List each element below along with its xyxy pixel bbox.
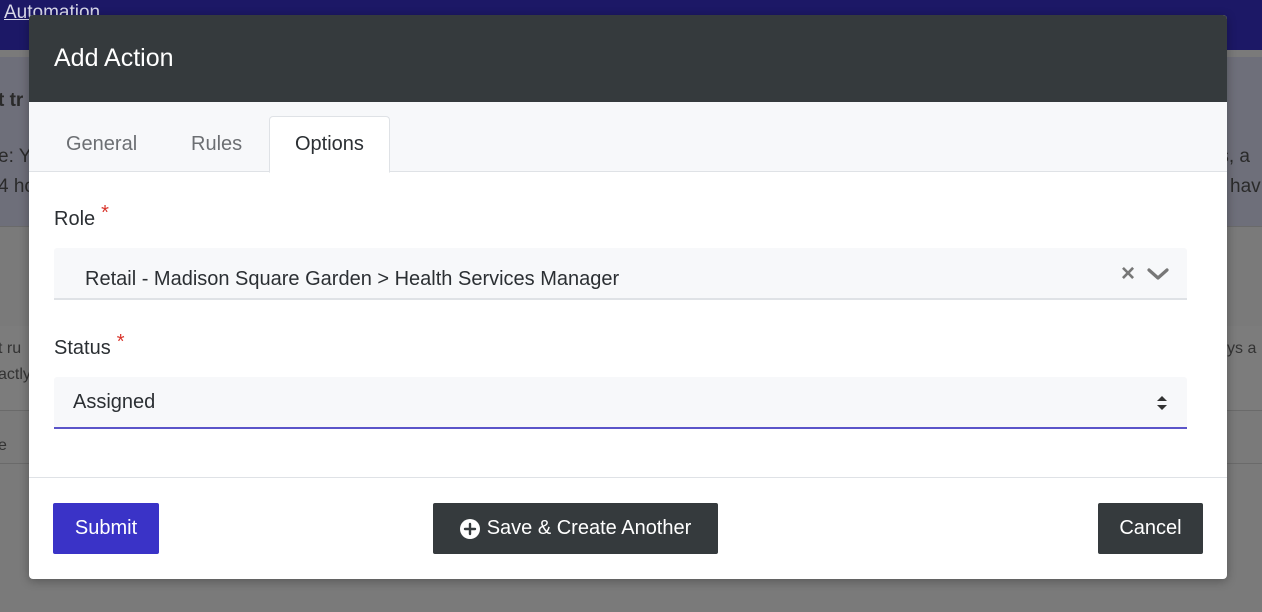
status-field-label: Status * — [54, 331, 125, 360]
background-text: e: Y — [0, 146, 32, 167]
modal-header: Add Action — [29, 15, 1227, 102]
tab-general[interactable]: General — [41, 116, 162, 173]
required-marker: * — [101, 202, 109, 224]
tab-rules[interactable]: Rules — [166, 116, 267, 173]
submit-button[interactable]: Submit — [53, 503, 159, 554]
background-text: t tr — [0, 90, 24, 111]
background-text: ys a — [1227, 340, 1257, 357]
save-create-another-label: Save & Create Another — [486, 517, 692, 539]
sort-arrows-icon — [1157, 396, 1167, 410]
tab-options[interactable]: Options — [269, 116, 390, 173]
save-create-another-button[interactable]: Save & Create Another — [433, 503, 718, 554]
background-text: e — [0, 437, 7, 454]
background-text: actly — [0, 366, 31, 383]
chevron-down-icon[interactable] — [1146, 262, 1170, 286]
role-selected-value: Retail - Madison Square Garden > Health … — [85, 268, 620, 290]
add-action-modal: Add Action General Rules Options Role * R… — [29, 15, 1227, 579]
options-form: Role * Retail - Madison Square Garden > H… — [29, 172, 1227, 478]
cancel-button[interactable]: Cancel — [1098, 503, 1203, 554]
clear-icon[interactable]: × — [1118, 262, 1138, 286]
background-text: t ru — [0, 340, 22, 357]
role-label-text: Role — [54, 208, 96, 230]
modal-title: Add Action — [54, 44, 174, 72]
status-select[interactable]: Assigned — [54, 377, 1187, 429]
role-field-label: Role * — [54, 202, 109, 231]
plus-circle-icon — [459, 518, 480, 539]
role-select[interactable]: Retail - Madison Square Garden > Health … — [54, 248, 1187, 300]
status-label-text: Status — [54, 337, 111, 359]
background-text: hav — [1230, 176, 1261, 197]
modal-footer: Submit Save & Create Another Cancel — [29, 478, 1227, 578]
tab-bar: General Rules Options — [29, 102, 1227, 173]
status-selected-value: Assigned — [73, 391, 156, 413]
required-marker: * — [116, 331, 125, 353]
